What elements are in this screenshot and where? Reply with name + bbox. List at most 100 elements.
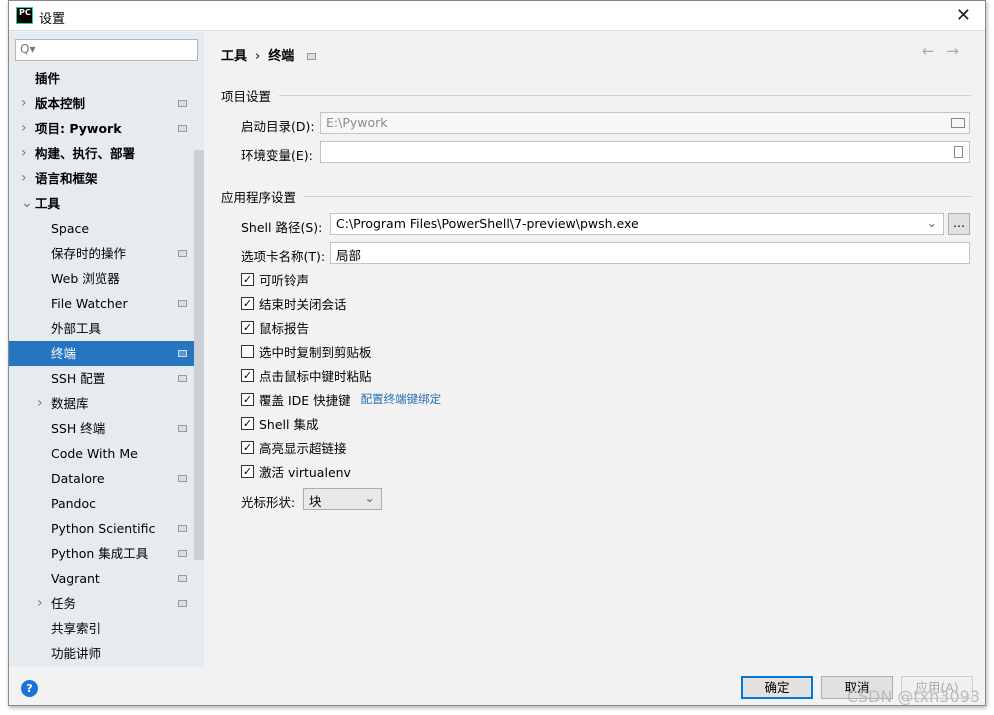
sidebar-item[interactable]: › 任务 (9, 591, 204, 616)
sidebar-item[interactable]: SSH 配置 (9, 366, 204, 391)
sidebar-item[interactable]: Vagrant (9, 566, 204, 591)
watermark: CSDN @txh3093 (846, 687, 980, 706)
sidebar-item[interactable]: Pandoc (9, 491, 204, 516)
chevron-right-icon[interactable]: › (37, 391, 43, 416)
shell-path-label: Shell 路径(S): (241, 220, 323, 235)
sidebar-item-label: 项目: Pywork (35, 121, 122, 136)
checkbox[interactable]: ✓ 激活 virtualenv (241, 461, 351, 481)
sidebar-item-label: Vagrant (51, 571, 100, 586)
chevron-right-icon[interactable]: › (21, 91, 27, 116)
cursor-shape-label: 光标形状: (241, 495, 296, 510)
project-scope-icon (178, 425, 187, 432)
edit-list-icon[interactable] (954, 146, 963, 158)
breadcrumb-separator: › (255, 49, 261, 64)
sidebar-item[interactable]: 插件 (9, 66, 204, 91)
chevron-right-icon[interactable]: › (21, 166, 27, 191)
sidebar-item[interactable]: ⌄ 工具 (9, 191, 204, 216)
checkbox-box[interactable]: ✓ (241, 320, 254, 334)
sidebar-item-label: 语言和框架 (35, 171, 98, 186)
env-vars-input[interactable] (320, 141, 970, 163)
sidebar-item[interactable]: SSH 终端 (9, 416, 204, 441)
app-settings-section: 应用程序设置 (221, 187, 971, 206)
checkbox-box[interactable]: ✓ (241, 464, 254, 478)
chevron-down-icon[interactable]: ⌄ (21, 191, 33, 216)
start-dir-label: 启动目录(D): (241, 119, 315, 134)
sidebar-item[interactable]: › 数据库 (9, 391, 204, 416)
sidebar-item-label: 保存时的操作 (51, 246, 127, 261)
checkbox-box[interactable]: ✓ (241, 440, 254, 454)
tab-name-input[interactable]: 局部 (330, 242, 970, 264)
shell-path-combo[interactable]: C:\Program Files\PowerShell\7-preview\pw… (330, 213, 944, 235)
sidebar-item[interactable]: Python 集成工具 (9, 541, 204, 566)
checkbox-label: 结束时关闭会话 (259, 296, 347, 312)
chevron-down-icon[interactable]: ⌄ (927, 215, 937, 230)
sidebar-item[interactable]: › 项目: Pywork (9, 116, 204, 141)
checkbox[interactable]: 选中时复制到剪贴板 (241, 341, 372, 361)
sidebar-item[interactable]: Space (9, 216, 204, 241)
ok-button[interactable]: 确定 (741, 676, 813, 699)
sidebar-scrollbar[interactable] (194, 150, 204, 560)
cursor-shape-select[interactable]: 块 ⌄ (303, 488, 382, 510)
checkbox-box[interactable]: ✓ (241, 416, 254, 430)
checkbox-label: Shell 集成 (259, 416, 319, 432)
checkbox[interactable]: ✓ 覆盖 IDE 快捷键 配置终端键绑定 (241, 389, 441, 409)
sidebar-item-label: 构建、执行、部署 (35, 146, 136, 161)
checkbox-box[interactable] (241, 344, 254, 358)
chevron-right-icon[interactable]: › (21, 141, 27, 166)
project-scope-icon (178, 375, 187, 382)
project-scope-icon (178, 125, 187, 132)
chevron-right-icon[interactable]: › (21, 116, 27, 141)
sidebar-item[interactable]: 共享索引 (9, 616, 204, 641)
sidebar-item[interactable]: › 版本控制 (9, 91, 204, 116)
sidebar-item[interactable]: 功能讲师 (9, 641, 204, 666)
sidebar-item[interactable]: File Watcher (9, 291, 204, 316)
project-scope-icon (178, 550, 187, 557)
sidebar-item[interactable]: › 构建、执行、部署 (9, 141, 204, 166)
sidebar-item[interactable]: 外部工具 (9, 316, 204, 341)
sidebar-item-label: 数据库 (51, 396, 89, 411)
close-button[interactable]: ✕ (956, 5, 971, 26)
sidebar-item-label: Pandoc (51, 496, 97, 511)
project-scope-icon (178, 575, 187, 582)
checkbox-box[interactable]: ✓ (241, 368, 254, 382)
back-arrow-icon[interactable]: ← (922, 42, 947, 60)
project-scope-icon (178, 100, 187, 107)
sidebar-item[interactable]: Python Scientific (9, 516, 204, 541)
sidebar-item[interactable]: Code With Me (9, 441, 204, 466)
checkbox-label: 高亮显示超链接 (259, 440, 347, 456)
sidebar-item[interactable]: 终端 (9, 341, 204, 366)
sidebar-item-label: 共享索引 (51, 621, 102, 636)
checkbox[interactable]: ✓ 高亮显示超链接 (241, 437, 347, 457)
checkbox-box[interactable]: ✓ (241, 272, 254, 286)
breadcrumb-tools[interactable]: 工具 (221, 49, 247, 64)
folder-icon[interactable] (951, 118, 965, 128)
checkbox[interactable]: ✓ Shell 集成 (241, 413, 318, 433)
forward-arrow-icon[interactable]: → (946, 42, 971, 60)
checkbox[interactable]: ✓ 结束时关闭会话 (241, 293, 347, 313)
configure-terminal-keybindings-link[interactable]: 配置终端键绑定 (361, 391, 442, 407)
sidebar-item-label: 工具 (35, 196, 61, 211)
project-scope-icon (178, 350, 187, 357)
help-button[interactable]: ? (21, 680, 38, 697)
project-scope-icon (178, 250, 187, 257)
env-vars-label: 环境变量(E): (241, 148, 313, 163)
checkbox[interactable]: ✓ 鼠标报告 (241, 317, 309, 337)
sidebar-item[interactable]: Web 浏览器 (9, 266, 204, 291)
sidebar-item[interactable]: 保存时的操作 (9, 241, 204, 266)
checkbox[interactable]: ✓ 可听铃声 (241, 269, 309, 289)
checkbox-box[interactable]: ✓ (241, 296, 254, 310)
title-bar: PC 设置 ✕ (9, 1, 985, 31)
checkbox-label: 覆盖 IDE 快捷键 (259, 392, 351, 408)
sidebar-item[interactable]: › 语言和框架 (9, 166, 204, 191)
settings-search-input[interactable]: Q▾ (15, 39, 198, 61)
browse-shell-button[interactable]: ... (948, 213, 970, 235)
start-dir-input[interactable]: E:\Pywork (320, 112, 970, 134)
sidebar-item[interactable]: Datalore (9, 466, 204, 491)
checkbox-box[interactable]: ✓ (241, 392, 254, 406)
chevron-right-icon[interactable]: › (37, 591, 43, 616)
checkbox[interactable]: ✓ 点击鼠标中键时粘贴 (241, 365, 372, 385)
sidebar-item-label: Python 集成工具 (51, 546, 149, 561)
sidebar-item-label: 功能讲师 (51, 646, 102, 661)
sidebar-item-label: SSH 配置 (51, 371, 106, 386)
checkbox-label: 可听铃声 (259, 272, 310, 288)
